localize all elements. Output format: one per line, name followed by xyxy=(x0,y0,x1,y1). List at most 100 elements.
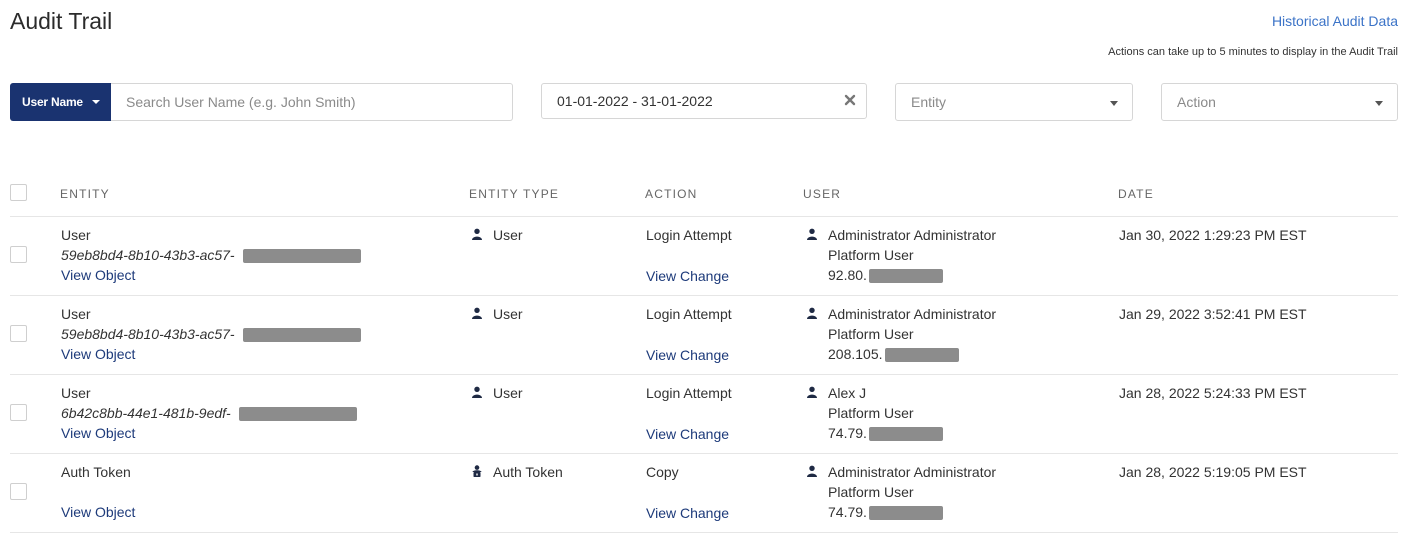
username-filter: User Name xyxy=(10,83,513,121)
date-value: Jan 30, 2022 1:29:23 PM EST xyxy=(1119,227,1307,243)
table-row: Auth Token View Object Auth Token Copy V… xyxy=(10,454,1398,533)
table-row: User 59eb8bd4-8b10-43b3-ac57- View Objec… xyxy=(10,296,1398,375)
column-header-user[interactable]: USER xyxy=(803,187,841,201)
user-cell: Alex J Platform User 74.79. xyxy=(806,383,943,443)
user-name-dropdown-button[interactable]: User Name xyxy=(10,83,111,121)
user-cell: Administrator Administrator Platform Use… xyxy=(806,304,996,364)
redaction-bar xyxy=(884,348,959,363)
view-object-link[interactable]: View Object xyxy=(61,344,361,364)
action-cell: Login Attempt View Change xyxy=(646,383,732,444)
user-role: Platform User xyxy=(828,484,914,500)
table-row: User 59eb8bd4-8b10-43b3-ac57- View Objec… xyxy=(10,217,1398,296)
redaction-bar xyxy=(868,506,943,521)
redaction-bar xyxy=(238,407,357,422)
user-role: Platform User xyxy=(828,405,914,421)
action-cell: Copy View Change xyxy=(646,462,729,523)
caret-down-icon xyxy=(1110,101,1118,106)
user-icon xyxy=(807,465,817,478)
entity-select-placeholder: Entity xyxy=(911,94,947,110)
entity-cell: User 59eb8bd4-8b10-43b3-ac57- View Objec… xyxy=(61,304,361,364)
user-lock-icon xyxy=(472,465,482,478)
view-change-link[interactable]: View Change xyxy=(646,268,729,284)
entity-cell: User 6b42c8bb-44e1-481b-9edf- View Objec… xyxy=(61,383,357,443)
user-icon xyxy=(472,386,482,399)
date-cell: Jan 29, 2022 3:52:41 PM EST xyxy=(1119,304,1307,324)
table-header: ENTITY ENTITY TYPE ACTION USER DATE xyxy=(10,175,1398,217)
column-header-entity[interactable]: ENTITY xyxy=(60,187,110,201)
user-ip: 74.79. xyxy=(828,504,867,520)
historical-audit-data-link[interactable]: Historical Audit Data xyxy=(1272,13,1398,29)
page-title: Audit Trail xyxy=(10,8,113,34)
row-checkbox[interactable] xyxy=(10,325,27,342)
action-cell: Login Attempt View Change xyxy=(646,225,732,286)
user-icon xyxy=(807,386,817,399)
user-role: Platform User xyxy=(828,247,914,263)
redaction-bar xyxy=(868,269,943,284)
caret-down-icon xyxy=(1375,101,1383,106)
entity-id: 59eb8bd4-8b10-43b3-ac57- xyxy=(61,324,361,344)
column-header-entity-type[interactable]: ENTITY TYPE xyxy=(469,187,559,201)
user-name: Administrator Administrator xyxy=(828,464,997,480)
redaction-bar xyxy=(242,328,361,343)
column-header-action[interactable]: ACTION xyxy=(645,187,698,201)
date-cell: Jan 30, 2022 1:29:23 PM EST xyxy=(1119,225,1307,245)
user-name: Alex J xyxy=(828,385,867,401)
redaction-bar xyxy=(242,249,361,264)
action-label: Copy xyxy=(646,464,679,480)
entity-name: User xyxy=(61,306,91,322)
column-header-date[interactable]: DATE xyxy=(1118,187,1154,201)
date-range-value: 01-01-2022 - 31-01-2022 xyxy=(557,93,713,109)
entity-type-label: User xyxy=(493,306,523,322)
audit-table: ENTITY ENTITY TYPE ACTION USER DATE User… xyxy=(0,175,1408,533)
action-select[interactable]: Action xyxy=(1161,83,1398,121)
entity-id: 59eb8bd4-8b10-43b3-ac57- xyxy=(61,245,361,265)
user-ip: 74.79. xyxy=(828,425,867,441)
row-checkbox[interactable] xyxy=(10,483,27,500)
entity-select[interactable]: Entity xyxy=(895,83,1133,121)
entity-type-label: Auth Token xyxy=(493,464,563,480)
entity-type-cell: Auth Token xyxy=(471,462,563,482)
action-select-placeholder: Action xyxy=(1177,94,1216,110)
date-range-field[interactable]: 01-01-2022 - 31-01-2022 xyxy=(541,83,867,119)
select-all-checkbox[interactable] xyxy=(10,184,27,201)
view-object-link[interactable]: View Object xyxy=(61,502,135,522)
action-label: Login Attempt xyxy=(646,227,732,243)
entity-type-cell: User xyxy=(471,383,523,403)
user-name: Administrator Administrator xyxy=(828,306,997,322)
user-name-dropdown-label: User Name xyxy=(22,95,83,109)
entity-id-text: 59eb8bd4-8b10-43b3-ac57- xyxy=(61,326,235,342)
caret-down-icon xyxy=(91,100,100,104)
user-cell: Administrator Administrator Platform Use… xyxy=(806,462,996,522)
user-icon xyxy=(472,307,482,320)
date-cell: Jan 28, 2022 5:19:05 PM EST xyxy=(1119,462,1307,482)
view-change-link[interactable]: View Change xyxy=(646,347,729,363)
action-cell: Login Attempt View Change xyxy=(646,304,732,365)
date-value: Jan 28, 2022 5:24:33 PM EST xyxy=(1119,385,1307,401)
entity-id xyxy=(61,482,135,502)
clear-icon[interactable] xyxy=(844,94,856,106)
view-change-link[interactable]: View Change xyxy=(646,505,729,521)
view-change-link[interactable]: View Change xyxy=(646,426,729,442)
entity-cell: Auth Token View Object xyxy=(61,462,135,522)
entity-id-text: 59eb8bd4-8b10-43b3-ac57- xyxy=(61,247,235,263)
user-ip: 208.105. xyxy=(828,346,883,362)
entity-type-cell: User xyxy=(471,304,523,324)
row-checkbox[interactable] xyxy=(10,246,27,263)
user-icon xyxy=(472,228,482,241)
user-ip: 92.80. xyxy=(828,267,867,283)
entity-name: User xyxy=(61,227,91,243)
user-icon xyxy=(807,307,817,320)
entity-name: Auth Token xyxy=(61,464,131,480)
view-object-link[interactable]: View Object xyxy=(61,265,361,285)
audit-delay-notice: Actions can take up to 5 minutes to disp… xyxy=(1108,46,1398,58)
redaction-bar xyxy=(868,427,943,442)
action-label: Login Attempt xyxy=(646,306,732,322)
search-user-input[interactable] xyxy=(111,83,513,121)
date-value: Jan 29, 2022 3:52:41 PM EST xyxy=(1119,306,1307,322)
user-icon xyxy=(807,228,817,241)
row-checkbox[interactable] xyxy=(10,404,27,421)
entity-type-label: User xyxy=(493,385,523,401)
view-object-link[interactable]: View Object xyxy=(61,423,357,443)
entity-id-text: 6b42c8bb-44e1-481b-9edf- xyxy=(61,405,231,421)
entity-id: 6b42c8bb-44e1-481b-9edf- xyxy=(61,403,357,423)
